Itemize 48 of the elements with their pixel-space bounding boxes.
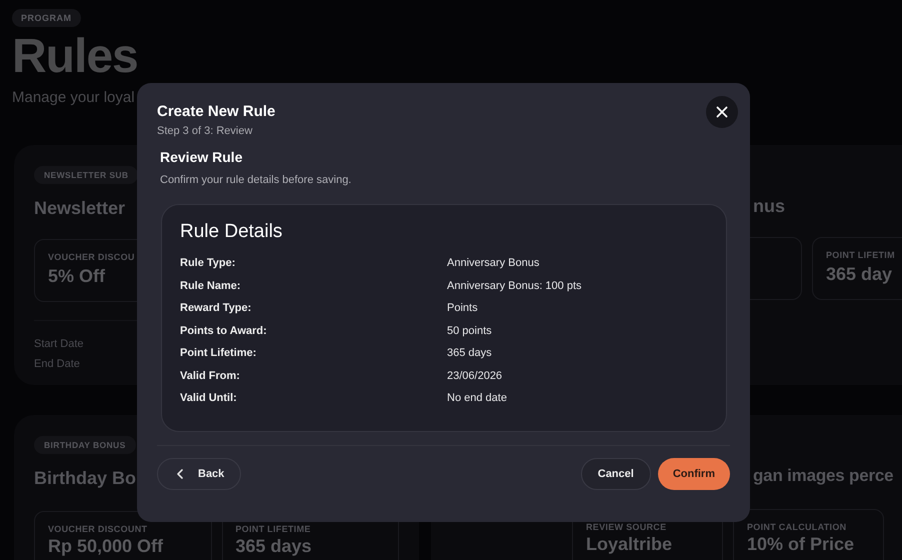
detail-value: Points — [447, 302, 479, 316]
section-description: Confirm your rule details before saving. — [160, 174, 352, 186]
detail-value: 50 points — [447, 324, 493, 338]
detail-label: Rule Name: — [180, 280, 242, 293]
page-title: Rules — [12, 31, 138, 83]
rule-title: gan images perce — [753, 465, 894, 487]
section-title: Review Rule — [160, 149, 244, 165]
detail-label: Rule Type: — [180, 257, 236, 270]
stat-value: 365 days — [236, 537, 312, 556]
detail-label: Reward Type: — [180, 302, 252, 316]
date-label: End Date — [34, 357, 80, 372]
stat-value: Rp 50,000 Off — [48, 537, 164, 556]
stat-value: 10% of Price — [747, 535, 854, 554]
dialog-title: Create New Rule — [157, 103, 276, 120]
detail-value: Anniversary Bonus — [447, 257, 540, 270]
detail-label: Point Lifetime: — [180, 347, 258, 360]
stat-value: Loyaltribe — [586, 535, 672, 554]
detail-value: 23/06/2026 — [447, 370, 504, 383]
details-title: Rule Details — [180, 221, 284, 243]
detail-value: No end date — [447, 392, 508, 406]
date-label: Start Date — [34, 337, 84, 352]
detail-value: Anniversary Bonus: 100 pts — [447, 280, 583, 293]
close-icon — [716, 106, 728, 118]
rule-tag: NEWSLETTER SUB — [34, 166, 138, 184]
chevron-left-icon — [177, 469, 183, 479]
cancel-button[interactable]: Cancel — [580, 458, 651, 490]
page-subtitle: Manage your loyal — [12, 89, 135, 106]
stat-label: POINT CALCULATION — [747, 522, 846, 533]
step-label: Step 3 of 3: Review — [157, 125, 254, 137]
detail-value: 365 days — [447, 347, 493, 360]
section-badge: PROGRAM — [12, 9, 80, 27]
detail-label: Valid From: — [180, 370, 241, 383]
rule-title: Birthday Bo — [34, 467, 136, 490]
stat-label: POINT LIFETIME — [236, 524, 311, 535]
back-button[interactable]: Back — [157, 458, 242, 490]
detail-label: Points to Award: — [180, 324, 268, 338]
stat-label: VOUCHER DISCOUNT — [48, 524, 148, 535]
close-button[interactable] — [706, 96, 738, 128]
stat-label: REVIEW SOURCE — [586, 522, 666, 533]
confirm-button[interactable]: Confirm — [658, 458, 730, 490]
stat-label: POINT LIFETIM — [826, 250, 895, 261]
detail-label: Valid Until: — [180, 392, 238, 406]
rule-title: Newsletter — [34, 197, 126, 220]
stat-value: 5% Off — [48, 266, 106, 287]
rule-title: nus — [753, 195, 786, 218]
stat-label: VOUCHER DISCOU — [48, 252, 135, 263]
stat-value: 365 day — [826, 264, 892, 285]
rule-tag: BIRTHDAY BONUS — [34, 436, 136, 454]
